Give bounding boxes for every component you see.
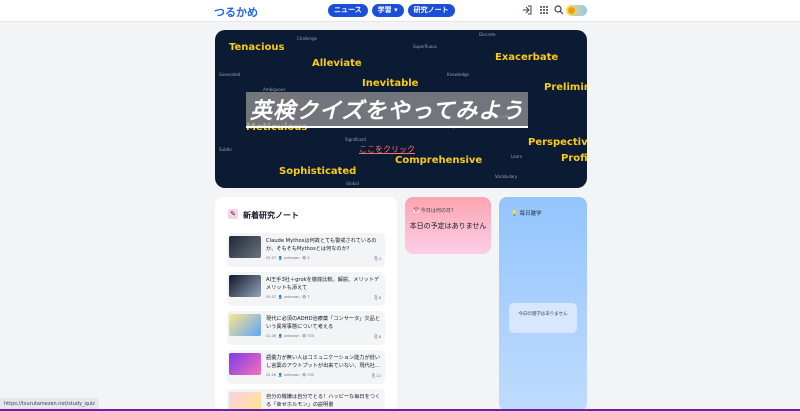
- hero-word: Global: [346, 181, 359, 186]
- note-meta: 05.07 👤 unknown 👁 7: [266, 295, 310, 299]
- hero-word: Sophisticated: [279, 166, 357, 177]
- note-date: 05.07: [266, 256, 277, 260]
- hero-word: Alleviate: [312, 58, 362, 69]
- login-icon[interactable]: [521, 5, 532, 16]
- today-title-text: 今日は何の日？: [420, 208, 456, 214]
- note-author: unknown: [283, 256, 300, 260]
- hero-word: Discrete: [479, 32, 496, 37]
- note-date: 05.07: [266, 295, 277, 299]
- note-title: 語彙力が無い人はコミュニケーション能力が低いし言葉のアウトプットが出来ていない、…: [266, 355, 381, 369]
- note-author: unknown: [283, 295, 300, 299]
- nav-research-notes[interactable]: 研究ノート: [407, 4, 455, 17]
- hero-word: Preliminary: [544, 82, 587, 93]
- site-logo[interactable]: つるかめ: [214, 4, 258, 20]
- note-count: ⎘ 12: [371, 373, 381, 378]
- theme-toggle[interactable]: [566, 5, 587, 16]
- note-count: ⎘ 8: [374, 334, 381, 339]
- panel-title: 新着研究ノート: [243, 211, 299, 220]
- hero-click-link[interactable]: ここをクリック: [359, 144, 415, 155]
- note-title: AI王手3社＋grokを徹底比較。解説、メリットデメリットも添えて: [266, 277, 380, 291]
- hero-word: Knowledge: [447, 72, 469, 77]
- hero-word: Proficient: [561, 153, 587, 164]
- nav-study-dropdown[interactable]: 学習 ▾: [371, 4, 404, 17]
- note-author: unknown: [283, 373, 300, 377]
- note-meta: 02.26 👤 unknown 👁 335: [266, 373, 315, 377]
- note-views: 330: [307, 334, 315, 338]
- main-nav: ニュース 学習 ▾ 研究ノート: [328, 4, 455, 17]
- note-card[interactable]: 語彙力が無い人はコミュニケーション能力が低いし言葉のアウトプットが出来ていない、…: [227, 350, 385, 384]
- note-count: ⎘ 4: [374, 256, 381, 261]
- note-thumbnail: [229, 353, 261, 375]
- trivia-title-text: 毎日雑学: [519, 211, 542, 217]
- note-date: 02.06: [266, 334, 277, 338]
- hero-word: Vocabulary: [495, 174, 518, 179]
- hero-word: Exacerbate: [495, 52, 559, 63]
- hero-word: Inevitable: [362, 78, 419, 89]
- today-empty-message: 本日の予定はありません: [409, 222, 487, 230]
- new-research-notes-panel: ✎ 新着研究ノート Claude Mythosは何故とても警戒されているのか、そ…: [215, 197, 397, 411]
- note-thumbnail: [229, 236, 261, 258]
- hero-word: Challenge: [297, 36, 317, 41]
- trivia-empty-message: 今日の雑学はありません: [518, 312, 568, 317]
- hero-word: Subtle: [219, 147, 232, 152]
- note-card[interactable]: Claude Mythosは何故とても警戒されているのか、そもそもMythosと…: [227, 233, 385, 267]
- hero-word: Generated: [219, 72, 241, 77]
- hero-word: Perspective: [528, 137, 587, 148]
- note-meta: 02.06 👤 unknown 👁 330: [266, 334, 315, 338]
- note-title: 自分の機嫌は自分でとる！ハッピーな毎日をつくる「幸せホルモン」の説明書: [266, 394, 381, 408]
- note-count-value: 4: [378, 256, 381, 261]
- note-thumbnail: [229, 314, 261, 336]
- note-title: 現代に必須のADHD治療薬「コンサータ」欠品という異常事態について考える: [266, 316, 381, 330]
- hero-word: Learn: [511, 154, 523, 159]
- note-count: ⎘ 8: [374, 295, 381, 300]
- trivia-title: 💡 毎日雑学: [511, 211, 542, 217]
- nav-news[interactable]: ニュース: [328, 4, 368, 17]
- note-count-value: 8: [378, 334, 381, 339]
- note-views: 335: [307, 373, 315, 377]
- note-views: 7: [307, 295, 310, 299]
- note-title: Claude Mythosは何故とても警戒されているのか、そもそもMythosと…: [266, 238, 377, 252]
- note-card[interactable]: AI王手3社＋grokを徹底比較。解説、メリットデメリットも添えて 05.07 …: [227, 272, 385, 306]
- today-events-panel: 📅 今日は何の日？ 本日の予定はありません: [405, 197, 491, 254]
- note-meta: 05.07 👤 unknown 👁 4: [266, 256, 310, 260]
- today-title: 📅 今日は何の日？: [413, 208, 456, 214]
- note-card[interactable]: 現代に必須のADHD治療薬「コンサータ」欠品という異常事態について考える 02.…: [227, 311, 385, 345]
- hero-word: Comprehensive: [395, 155, 483, 166]
- note-author: unknown: [283, 334, 300, 338]
- hero-title: 英検クイズをやってみよう: [246, 92, 529, 128]
- sun-icon: [568, 7, 575, 14]
- apps-grid-icon[interactable]: [538, 5, 549, 16]
- trivia-empty-box: 今日の雑学はありません: [509, 303, 577, 333]
- hero-word: Significant: [345, 137, 367, 142]
- note-thumbnail: [229, 275, 261, 297]
- note-count-value: 12: [376, 373, 381, 378]
- eiken-quiz-banner[interactable]: Tenacious Alleviate Exacerbate Inevitabl…: [215, 30, 587, 188]
- site-header: つるかめ ニュース 学習 ▾ 研究ノート: [0, 0, 800, 22]
- memo-icon: ✎: [228, 209, 238, 219]
- hero-word: Tenacious: [229, 42, 285, 53]
- search-icon[interactable]: [553, 5, 564, 16]
- note-date: 02.26: [266, 373, 277, 377]
- daily-trivia-panel: 💡 毎日雑学 今日の雑学はありません: [499, 197, 587, 411]
- note-count-value: 8: [378, 295, 381, 300]
- note-views: 4: [307, 256, 310, 260]
- note-card[interactable]: 自分の機嫌は自分でとる！ハッピーな毎日をつくる「幸せホルモン」の説明書: [227, 389, 385, 411]
- hero-word: Superfluous: [413, 44, 437, 49]
